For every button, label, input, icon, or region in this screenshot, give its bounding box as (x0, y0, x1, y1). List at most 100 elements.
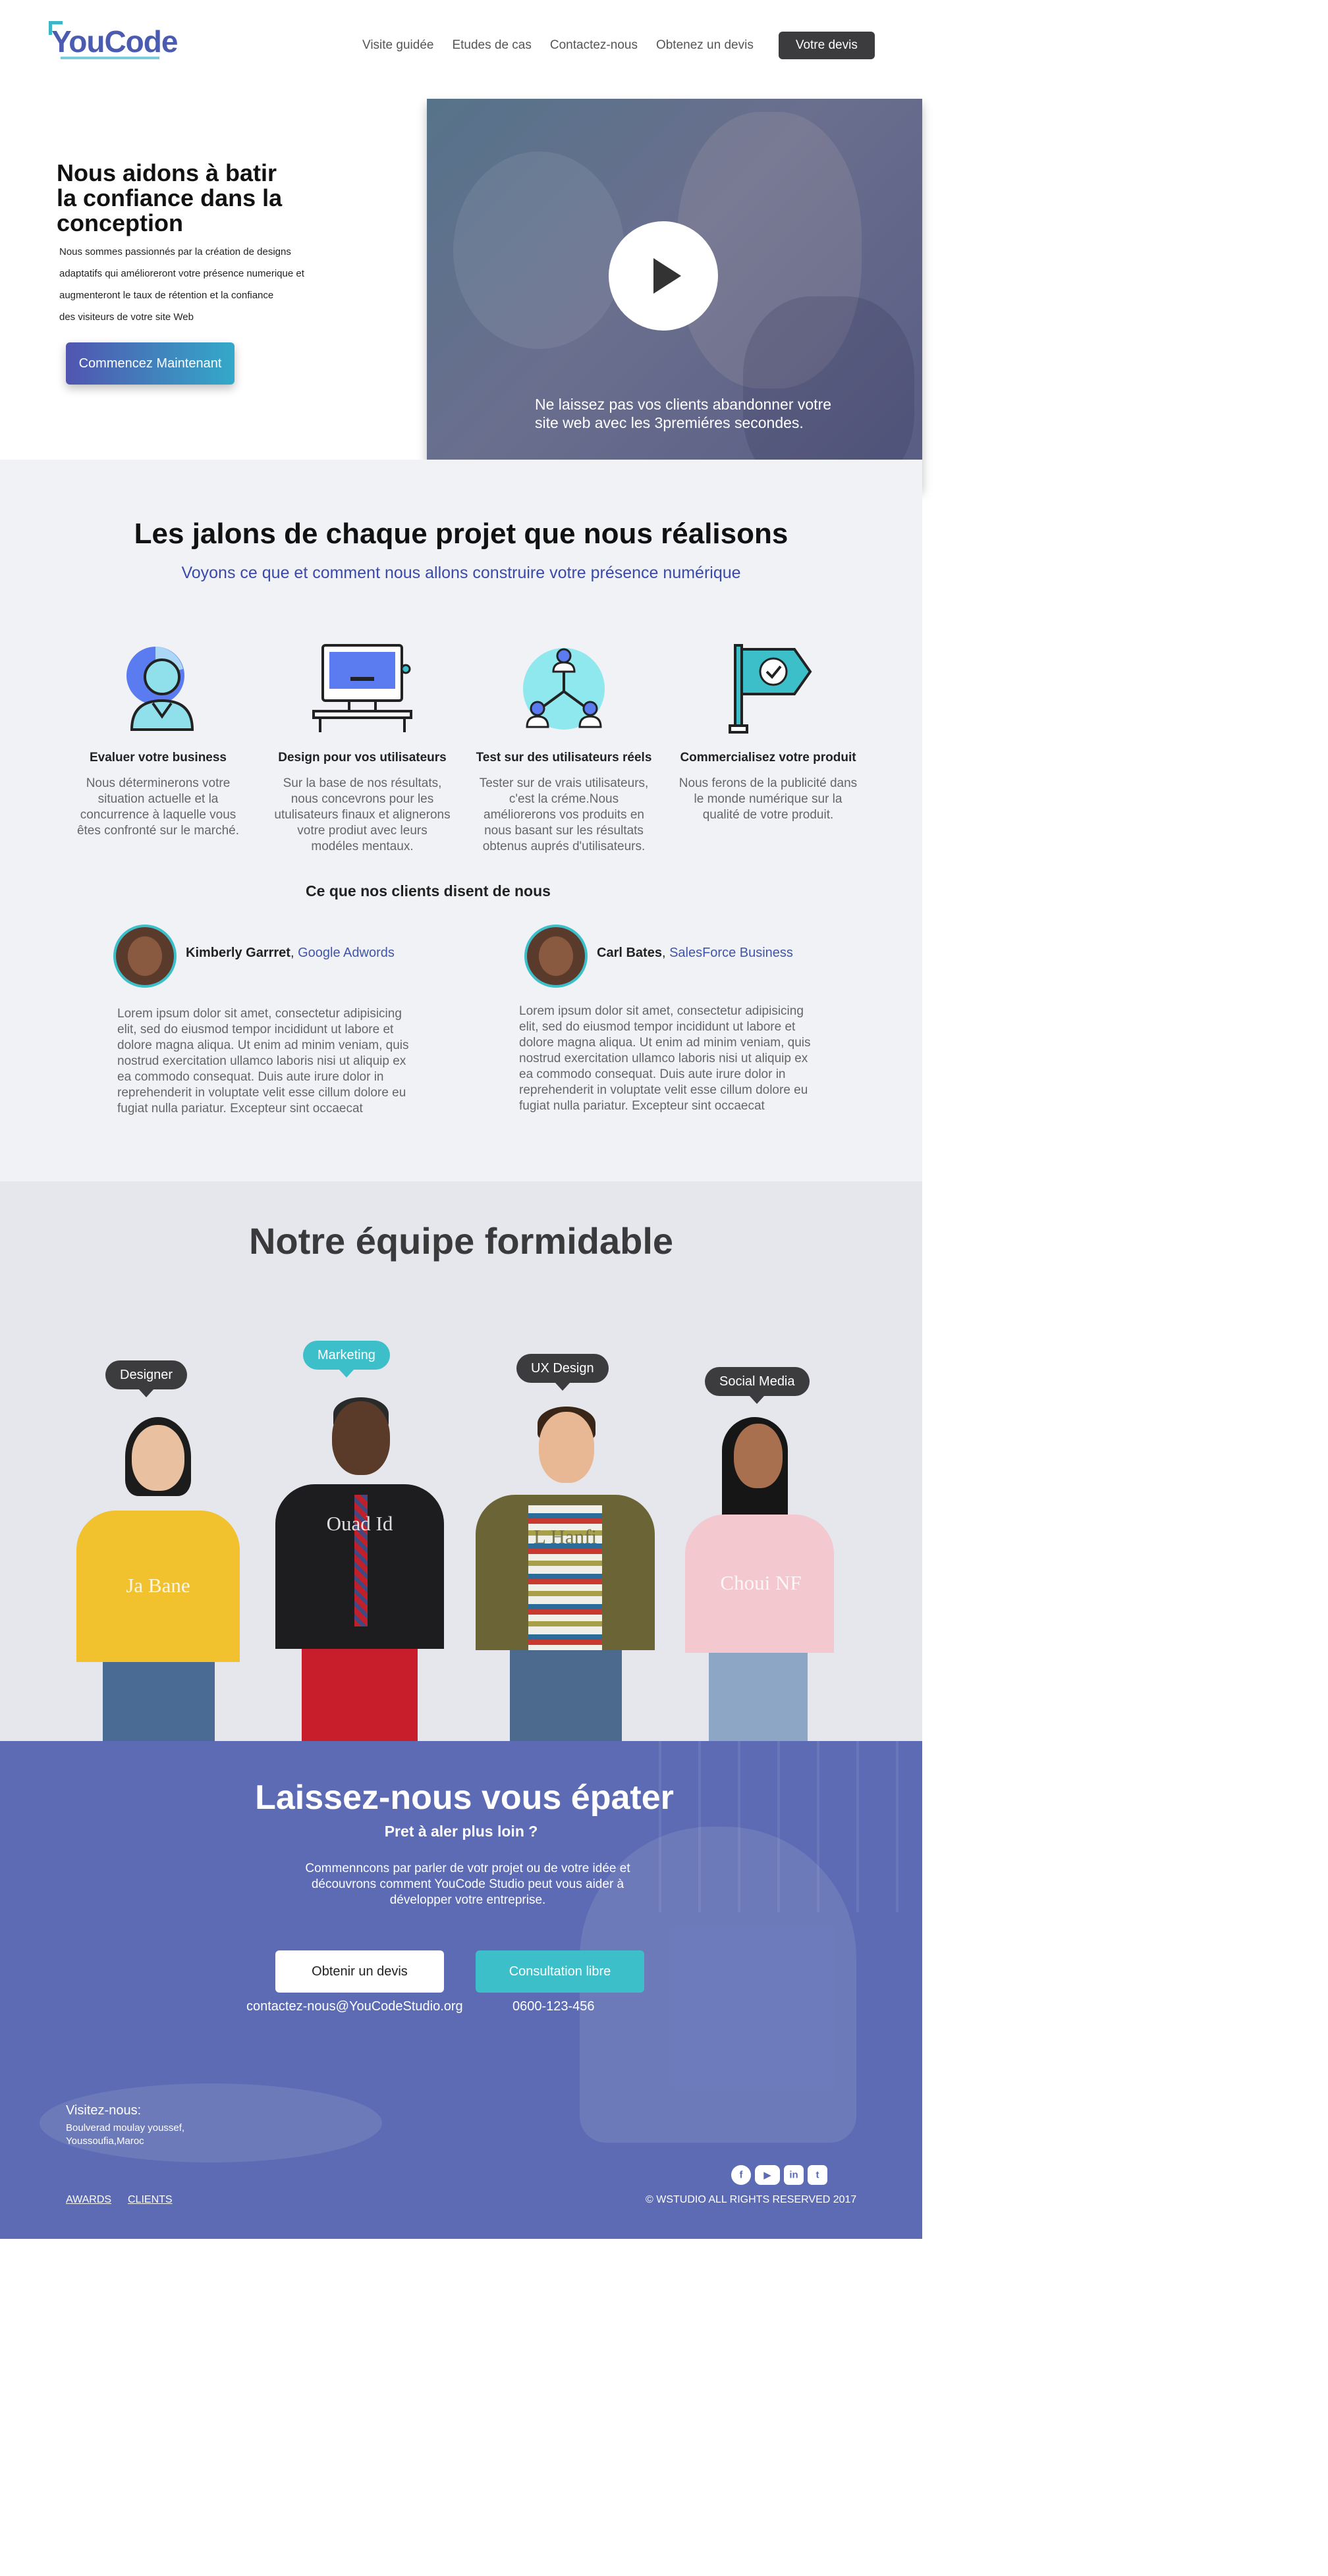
cta-description: Commenncons par parler de votr projet ou… (283, 1861, 652, 1908)
play-icon (653, 258, 681, 294)
milestone-card: Commercialisez votre produit Nous ferons… (676, 643, 860, 823)
member-head (332, 1401, 390, 1475)
consultation-libre-button[interactable]: Consultation libre (476, 1950, 644, 1993)
hero-video[interactable]: Ne laissez pas vos clients abandonner vo… (427, 99, 922, 489)
hero-title-line: Nous aidons à batir (57, 159, 277, 186)
commencez-maintenant-button[interactable]: Commencez Maintenant (66, 342, 235, 385)
testimonial-line: dolore magna aliqua. Ut enim ad minim ve… (519, 1036, 811, 1050)
role-tag-designer[interactable]: Designer (105, 1360, 188, 1397)
milestone-text-line: le monde numérique sur la (694, 792, 843, 806)
role-label: Social Media (719, 1374, 795, 1389)
milestone-text-line: Sur la base de nos résultats, (283, 776, 442, 790)
hero-title-line: conception (57, 209, 184, 236)
milestones-subtitle: Voyons ce que et comment nous allons con… (181, 564, 741, 582)
milestone-text-line: êtes confronté sur le marché. (76, 824, 240, 838)
member-head (132, 1425, 184, 1491)
nav-obtenez-un-devis[interactable]: Obtenez un devis (656, 38, 754, 53)
role-tag-social-media[interactable]: Social Media (705, 1367, 810, 1404)
logo-underline (61, 57, 159, 59)
desk-computer-icon (310, 643, 415, 735)
address-line: Boulverad moulay youssef, (66, 2122, 185, 2133)
author-company[interactable]: SalesForce Business (669, 946, 793, 960)
footer-link-awards[interactable]: AWARDS (66, 2194, 111, 2206)
milestone-text: Nous déterminerons votre situation actue… (66, 776, 250, 839)
team-title: Notre équipe formidable (248, 1220, 674, 1262)
member-legs (510, 1650, 622, 1741)
logo-bracket-icon (49, 21, 63, 35)
milestone-text-line: qualité de votre produit. (702, 808, 834, 822)
hero-desc-line: adaptatifs qui amélioreront votre présen… (59, 268, 304, 279)
nav-contactez-nous[interactable]: Contactez-nous (550, 38, 638, 53)
tooltip-arrow (139, 1389, 154, 1397)
milestone-title: Commercialisez votre produit (680, 751, 856, 765)
milestone-text: Tester sur de vrais utilisateurs, c'est … (472, 776, 656, 855)
footer-link-clients[interactable]: CLIENTS (128, 2194, 173, 2206)
team-member[interactable]: Ja Bane (72, 1416, 244, 1741)
member-name: Ouad Id (326, 1512, 393, 1535)
milestone-title: Design pour vos utilisateurs (278, 751, 447, 765)
milestone-text-line: améliorerons vos produits en (484, 808, 644, 822)
testimonial-line: elit, sed do eiusmod tempor incididunt u… (117, 1023, 394, 1036)
contact-phone[interactable]: 0600-123-456 (512, 1999, 595, 2014)
avatar-face (539, 936, 573, 976)
tooltip-arrow (750, 1396, 765, 1404)
contact-email[interactable]: contactez-nous@YouCodeStudio.org (246, 1999, 463, 2014)
member-name: Choui NF (720, 1571, 802, 1594)
logo[interactable]: YouCode (49, 21, 178, 59)
role-label: UX Design (531, 1361, 594, 1376)
team-member[interactable]: L Hanfi (474, 1407, 656, 1741)
address: Boulverad moulay youssef, Youssoufia,Mar… (66, 2122, 263, 2148)
testimonial-line: nostrud exercitation ullamco laboris nis… (519, 1052, 808, 1065)
avatar-face (128, 936, 162, 976)
testimonial-text: Lorem ipsum dolor sit amet, consectetur … (117, 1006, 433, 1117)
testimonial-author: Kimberly Garrret, Google Adwords (186, 946, 395, 960)
linkedin-icon[interactable]: in (784, 2165, 804, 2185)
avatar (524, 925, 588, 988)
landing-page: YouCode Visite guidée Etudes de cas Cont… (0, 0, 922, 2239)
role-tag-marketing[interactable]: Marketing (303, 1341, 390, 1378)
role-tag-ux-design[interactable]: UX Design (516, 1354, 609, 1391)
cta-title: Laissez-nous vous épater (255, 1779, 674, 1817)
social-links: f ▶ in t (731, 2165, 827, 2185)
testimonial-line: Lorem ipsum dolor sit amet, consectetur … (519, 1004, 804, 1018)
hero-title: Nous aidons à batir la confiance dans la… (57, 161, 333, 236)
twitter-icon[interactable]: t (808, 2165, 827, 2185)
member-legs (709, 1653, 808, 1741)
testimonials-title: Ce que nos clients disent de nous (306, 882, 551, 899)
milestone-text-line: votre prodiut avec leurs (297, 824, 428, 838)
milestone-title: Test sur des utilisateurs réels (476, 751, 652, 765)
nav-etudes-de-cas[interactable]: Etudes de cas (452, 38, 531, 53)
site-header: YouCode Visite guidée Etudes de cas Cont… (0, 0, 922, 99)
youtube-icon[interactable]: ▶ (755, 2165, 780, 2185)
hero-desc-line: des visiteurs de votre site Web (59, 311, 194, 323)
facebook-icon[interactable]: f (731, 2165, 751, 2185)
team-member[interactable]: Choui NF (678, 1417, 843, 1741)
main-nav: Visite guidée Etudes de cas Contactez-no… (362, 32, 893, 59)
play-button[interactable] (609, 221, 718, 331)
testimonial-line: reprehenderit in voluptate velit esse ci… (519, 1083, 808, 1097)
author-company[interactable]: Google Adwords (298, 946, 395, 960)
hero-title-line: la confiance dans la (57, 184, 283, 211)
member-head (734, 1424, 783, 1488)
milestone-card: Design pour vos utilisateurs Sur la base… (270, 643, 455, 855)
milestone-text-line: concurrence à laquelle vous (80, 808, 236, 822)
cta-subtitle: Pret à aler plus loin ? (384, 1823, 538, 1840)
cta-desc-line: développer votre entreprise. (389, 1893, 546, 1907)
role-label: Designer (120, 1368, 173, 1382)
votre-devis-button[interactable]: Votre devis (778, 32, 875, 59)
testimonial-line: ea commodo consequat. Duis aute irure do… (117, 1070, 384, 1084)
user-network-icon (511, 643, 617, 735)
testimonial-line: dolore magna aliqua. Ut enim ad minim ve… (117, 1038, 409, 1052)
milestone-text: Sur la base de nos résultats, nous conce… (270, 776, 455, 855)
milestone-text-line: situation actuelle et la (97, 792, 219, 806)
testimonial-line: fugiat nulla pariatur. Excepteur sint oc… (519, 1099, 765, 1113)
testimonial-line: nostrud exercitation ullamco laboris nis… (117, 1054, 406, 1068)
nav-visite-guidee[interactable]: Visite guidée (362, 38, 433, 53)
testimonial-line: reprehenderit in voluptate velit esse ci… (117, 1086, 406, 1100)
tooltip-arrow (555, 1383, 570, 1391)
obtenir-un-devis-button[interactable]: Obtenir un devis (275, 1950, 444, 1993)
milestone-title: Evaluer votre business (89, 751, 227, 765)
cta-desc-line: Commenncons par parler de votr projet ou… (305, 1862, 630, 1875)
milestone-text-line: nous basant sur les résultats (484, 824, 644, 838)
team-member[interactable]: Ouad Id (273, 1396, 447, 1741)
